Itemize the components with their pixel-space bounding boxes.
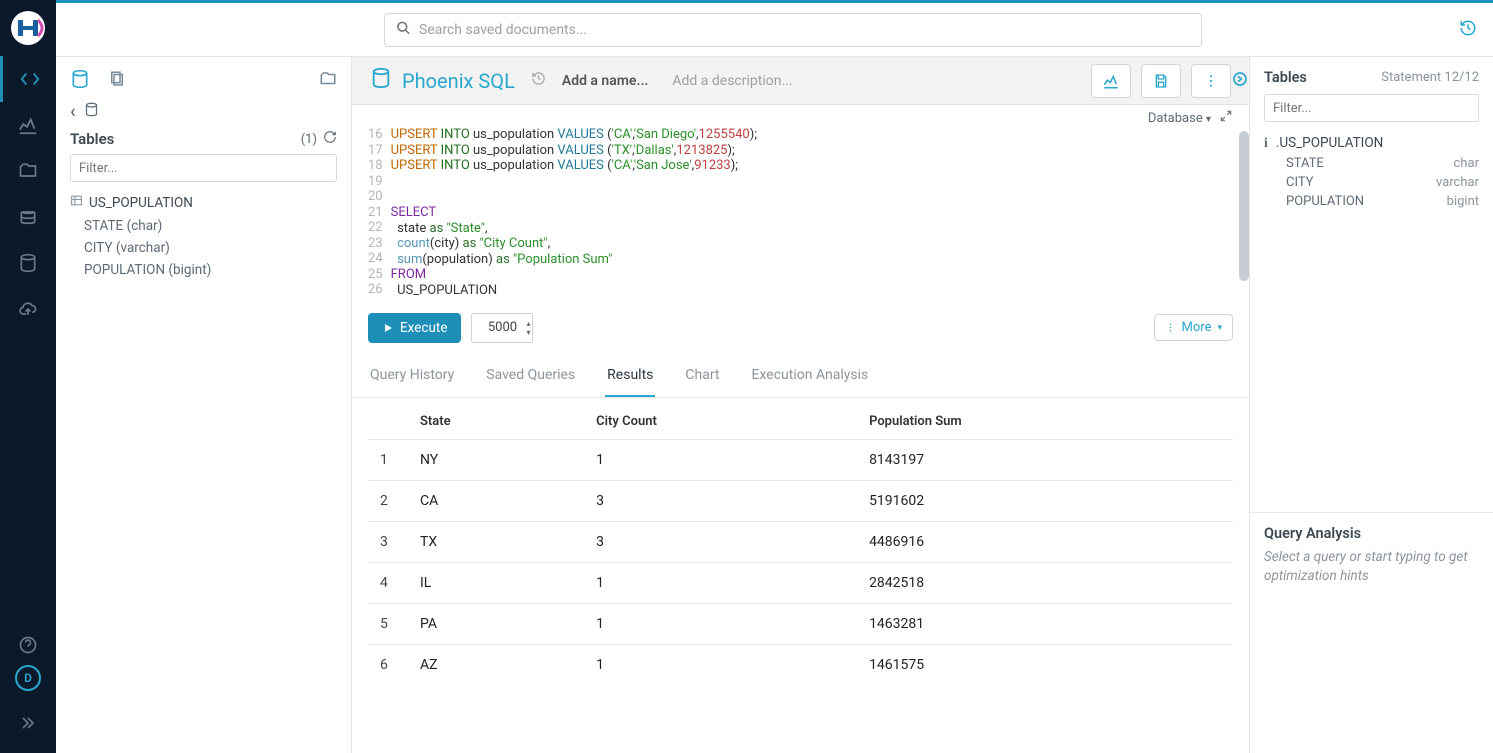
add-name-button[interactable]: Add a name... xyxy=(562,73,649,89)
assist-column[interactable]: POPULATIONbigint xyxy=(1286,192,1479,211)
info-icon: i xyxy=(1264,135,1268,151)
sidebar-docs-icon[interactable] xyxy=(108,70,126,92)
app-logo xyxy=(0,0,56,56)
assist-table-item[interactable]: i .US_POPULATION xyxy=(1264,132,1479,154)
chevron-down-icon: ▾ xyxy=(1217,323,1222,333)
column-item[interactable]: POPULATION (bigint) xyxy=(84,259,337,281)
nav-editor-icon[interactable] xyxy=(0,56,56,102)
sidebar-db-icon[interactable] xyxy=(70,69,90,93)
tab-execution-analysis[interactable]: Execution Analysis xyxy=(750,355,871,397)
chevron-down-icon: ▾ xyxy=(1206,114,1211,125)
left-nav: D xyxy=(0,0,56,753)
table-row[interactable]: 1NY18143197 xyxy=(368,439,1233,480)
editor-history-icon[interactable] xyxy=(531,71,546,90)
save-button[interactable] xyxy=(1141,64,1181,98)
table-name-label: US_POPULATION xyxy=(89,195,193,211)
editor-title: Phoenix SQL xyxy=(402,69,515,93)
nav-expand-icon[interactable] xyxy=(0,703,56,743)
execute-button[interactable]: Execute xyxy=(368,313,461,343)
editor-scrollbar[interactable] xyxy=(1239,131,1249,281)
editor-column: Phoenix SQL Add a name... Add a descript… xyxy=(352,57,1249,753)
search-icon xyxy=(396,20,411,39)
sql-code-editor[interactable]: 1617181920212223242526 UPSERT INTO us_po… xyxy=(352,127,1249,305)
col-header[interactable]: State xyxy=(408,404,584,440)
query-analysis-hint: Select a query or start typing to get op… xyxy=(1264,548,1479,586)
line-gutter: 1617181920212223242526 xyxy=(368,127,391,299)
assist-title: Tables xyxy=(1264,69,1307,86)
result-tabs: Query History Saved Queries Results Char… xyxy=(352,355,1249,398)
assist-column[interactable]: CITYvarchar xyxy=(1286,173,1479,192)
nav-tables-icon[interactable] xyxy=(0,194,56,240)
left-sidebar: ‹ Tables (1) xyxy=(56,57,352,753)
stepper-icon[interactable]: ▴▾ xyxy=(526,319,530,337)
table-row[interactable]: 4IL12842518 xyxy=(368,562,1233,603)
topbar xyxy=(56,3,1493,57)
sidebar-folder-icon[interactable] xyxy=(319,70,337,92)
query-analysis-title: Query Analysis xyxy=(1264,525,1479,542)
tab-saved-queries[interactable]: Saved Queries xyxy=(484,355,577,397)
right-assist-panel: Tables Statement 12/12 i .US_POPULATION … xyxy=(1249,57,1493,753)
nav-dashboards-icon[interactable] xyxy=(0,102,56,148)
table-row[interactable]: 3TX34486916 xyxy=(368,521,1233,562)
assist-column[interactable]: STATEchar xyxy=(1286,154,1479,173)
menu-button[interactable] xyxy=(1191,64,1231,98)
tab-chart[interactable]: Chart xyxy=(683,355,721,397)
sidebar-tables-title: Tables xyxy=(70,130,114,148)
table-row[interactable]: 5PA11463281 xyxy=(368,603,1233,644)
refresh-icon[interactable] xyxy=(323,130,337,148)
history-icon[interactable] xyxy=(1459,19,1477,41)
global-search-input[interactable] xyxy=(384,13,1202,47)
table-row[interactable]: 2CA35191602 xyxy=(368,480,1233,521)
tab-query-history[interactable]: Query History xyxy=(368,355,456,397)
table-row[interactable]: 6AZ11461575 xyxy=(368,644,1233,685)
col-header[interactable]: Population Sum xyxy=(857,404,1233,440)
nav-files-icon[interactable] xyxy=(0,148,56,194)
assist-filter-input[interactable] xyxy=(1264,94,1479,122)
code-content[interactable]: UPSERT INTO us_population VALUES ('CA','… xyxy=(391,127,757,299)
statement-counter: Statement 12/12 xyxy=(1381,70,1479,85)
assist-toggle-icon[interactable] xyxy=(1232,71,1248,91)
expand-editor-icon[interactable] xyxy=(1219,109,1233,127)
user-avatar[interactable]: D xyxy=(15,665,41,691)
column-item[interactable]: CITY (varchar) xyxy=(84,237,337,259)
table-icon xyxy=(70,194,83,211)
table-tree-item[interactable]: US_POPULATION xyxy=(70,190,337,215)
sidebar-back-icon[interactable]: ‹ xyxy=(70,101,76,122)
nav-db-icon[interactable] xyxy=(0,240,56,286)
row-limit-input[interactable]: 5000 ▴▾ xyxy=(471,313,533,343)
add-description-button[interactable]: Add a description... xyxy=(672,73,792,89)
database-selector[interactable]: Database ▾ xyxy=(1148,111,1211,126)
col-header[interactable]: City Count xyxy=(584,404,857,440)
chart-button[interactable] xyxy=(1091,64,1131,98)
editor-db-icon xyxy=(370,67,392,94)
nav-upload-icon[interactable] xyxy=(0,286,56,332)
sidebar-filter-input[interactable] xyxy=(70,154,337,182)
sidebar-db-small-icon xyxy=(84,102,99,121)
sidebar-table-count: (1) xyxy=(301,132,317,147)
tab-results[interactable]: Results xyxy=(605,355,655,397)
results-table: State City Count Population Sum 1NY18143… xyxy=(352,398,1249,691)
column-item[interactable]: STATE (char) xyxy=(84,215,337,237)
more-button[interactable]: More ▾ xyxy=(1154,314,1233,341)
nav-help-icon[interactable] xyxy=(0,625,56,665)
